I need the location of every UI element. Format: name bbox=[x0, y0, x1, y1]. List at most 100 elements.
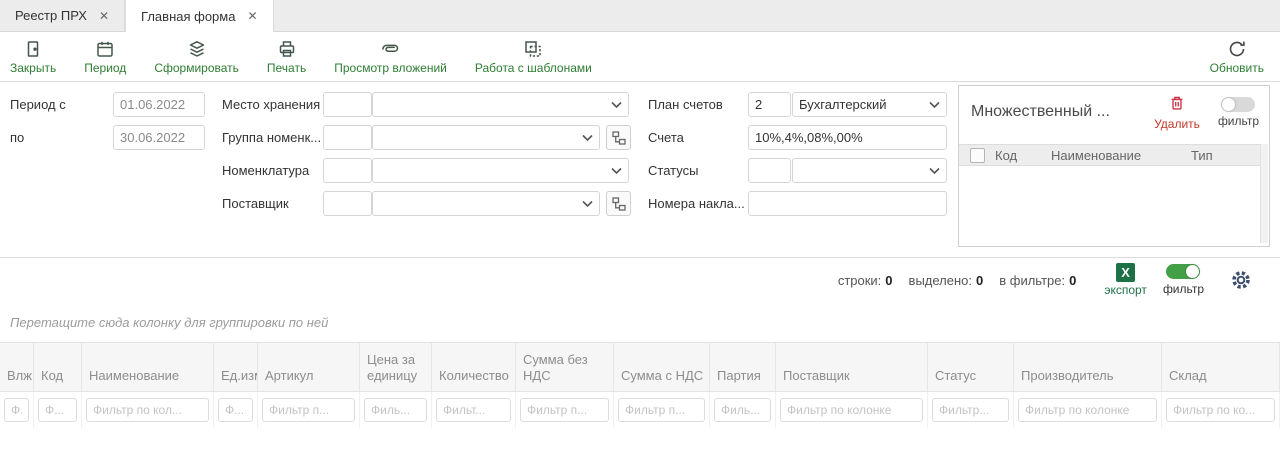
accounts-input[interactable] bbox=[748, 125, 947, 150]
supplier-select[interactable] bbox=[372, 191, 600, 216]
period-to-label: по bbox=[10, 130, 24, 145]
period-to-input[interactable] bbox=[113, 125, 205, 150]
chart-of-accounts-code-input[interactable] bbox=[748, 92, 791, 117]
filter-cell bbox=[710, 392, 776, 428]
nomenclature-group-tree-button[interactable] bbox=[606, 125, 631, 150]
hierarchy-icon bbox=[611, 130, 627, 146]
column-filter-input[interactable] bbox=[1018, 398, 1157, 422]
column-filter-input[interactable] bbox=[262, 398, 355, 422]
multiple-filter-panel: Множественный ... Удалить фильтр Код bbox=[958, 85, 1270, 247]
column-filter-input[interactable] bbox=[714, 398, 771, 422]
tab-close-icon[interactable]: ✕ bbox=[247, 9, 257, 23]
trash-icon bbox=[1168, 94, 1186, 115]
column-header-name[interactable]: Наименование bbox=[1051, 148, 1191, 163]
templates-button[interactable]: Работа с шаблонами bbox=[475, 39, 592, 75]
invoice-numbers-input[interactable] bbox=[748, 191, 947, 216]
column-filter-input[interactable] bbox=[932, 398, 1009, 422]
select-all-checkbox[interactable] bbox=[970, 148, 985, 163]
column-filter-input[interactable] bbox=[4, 398, 29, 422]
column-header[interactable]: Производитель bbox=[1014, 343, 1162, 391]
column-header[interactable]: Сумма с НДС bbox=[614, 343, 710, 391]
in-filter-count-stat: в фильтре:0 bbox=[999, 273, 1076, 288]
column-filter-input[interactable] bbox=[1166, 398, 1275, 422]
column-header[interactable]: Наименование bbox=[82, 343, 214, 391]
statuses-select[interactable] bbox=[792, 158, 947, 183]
tab-label: Реестр ПРХ bbox=[15, 8, 87, 23]
supplier-code-input[interactable] bbox=[323, 191, 372, 216]
column-filter-input[interactable] bbox=[436, 398, 511, 422]
nomenclature-select[interactable] bbox=[372, 158, 629, 183]
column-header[interactable]: Сумма без НДС bbox=[516, 343, 614, 391]
nomenclature-group-select[interactable] bbox=[372, 125, 600, 150]
refresh-button[interactable]: Обновить bbox=[1210, 39, 1264, 75]
printer-icon bbox=[277, 39, 297, 59]
statuses-label: Статусы bbox=[648, 163, 698, 178]
nomenclature-group-code-input[interactable] bbox=[323, 125, 372, 150]
column-filter-input[interactable] bbox=[520, 398, 609, 422]
export-excel-button[interactable]: X экспорт bbox=[1104, 263, 1147, 297]
grid-toolbar: строки:0 выделено:0 в фильтре:0 X экспор… bbox=[0, 258, 1280, 302]
column-header[interactable]: Поставщик bbox=[776, 343, 928, 391]
column-header[interactable]: Цена за единицу bbox=[360, 343, 432, 391]
period-button[interactable]: Период bbox=[84, 39, 126, 75]
filter-cell bbox=[1162, 392, 1280, 428]
toggle-knob bbox=[1222, 98, 1235, 111]
grid-header-row: Влж Код Наименование Ед.изм. Артикул Цен… bbox=[0, 342, 1280, 392]
filter-toggle-off[interactable] bbox=[1221, 97, 1255, 112]
column-filter-input[interactable] bbox=[364, 398, 427, 422]
layers-icon bbox=[187, 39, 207, 59]
column-header[interactable]: Код bbox=[34, 343, 82, 391]
period-from-label: Период с bbox=[10, 97, 66, 112]
storage-select[interactable] bbox=[372, 92, 629, 117]
hierarchy-icon bbox=[611, 196, 627, 212]
view-attachments-button[interactable]: Просмотр вложений bbox=[334, 39, 447, 75]
filter-toggle-on[interactable] bbox=[1166, 264, 1200, 279]
period-from-input[interactable] bbox=[113, 92, 205, 117]
panel-scrollbar[interactable] bbox=[1260, 144, 1268, 243]
statuses-code-input[interactable] bbox=[748, 158, 791, 183]
toggle-knob bbox=[1186, 265, 1199, 278]
column-header[interactable]: Ед.изм. bbox=[214, 343, 258, 391]
column-filter-input[interactable] bbox=[218, 398, 253, 422]
tab-reestr-prh[interactable]: Реестр ПРХ ✕ bbox=[0, 0, 125, 31]
grid-filter-row bbox=[0, 392, 1280, 428]
tab-close-icon[interactable]: ✕ bbox=[99, 9, 109, 23]
column-header[interactable]: Партия bbox=[710, 343, 776, 391]
filter-cell bbox=[432, 392, 516, 428]
column-header-code[interactable]: Код bbox=[995, 148, 1051, 163]
supplier-tree-button[interactable] bbox=[606, 191, 631, 216]
storage-code-input[interactable] bbox=[323, 92, 372, 117]
calendar-icon bbox=[95, 39, 115, 59]
print-button[interactable]: Печать bbox=[267, 39, 306, 75]
column-header[interactable]: Склад bbox=[1162, 343, 1280, 391]
grid-filter-toggle-block[interactable]: фильтр bbox=[1163, 264, 1204, 296]
panel-filter-toggle-block[interactable]: фильтр bbox=[1218, 97, 1259, 128]
nomenclature-code-input[interactable] bbox=[323, 158, 372, 183]
toolbar-label: Период bbox=[84, 61, 126, 75]
column-filter-input[interactable] bbox=[86, 398, 209, 422]
rows-count-value: 0 bbox=[885, 273, 892, 288]
delete-button[interactable]: Удалить bbox=[1154, 94, 1200, 131]
selected-value: Бухгалтерский bbox=[799, 97, 887, 112]
chevron-down-icon bbox=[929, 97, 940, 112]
settings-gear-icon[interactable] bbox=[1230, 269, 1252, 291]
column-filter-input[interactable] bbox=[618, 398, 705, 422]
chevron-down-icon bbox=[582, 130, 593, 145]
column-header[interactable]: Артикул bbox=[258, 343, 360, 391]
grouping-drop-zone[interactable]: Перетащите сюда колонку для группировки … bbox=[0, 302, 1280, 342]
close-button[interactable]: Закрыть bbox=[10, 39, 56, 75]
column-header[interactable]: Количество bbox=[432, 343, 516, 391]
filter-toggle-label: фильтр bbox=[1163, 282, 1204, 296]
generate-button[interactable]: Сформировать bbox=[154, 39, 239, 75]
column-header[interactable]: Влж bbox=[0, 343, 34, 391]
panel-title: Множественный ... bbox=[971, 103, 1136, 121]
column-header[interactable]: Статус bbox=[928, 343, 1014, 391]
filter-cell bbox=[928, 392, 1014, 428]
column-filter-input[interactable] bbox=[38, 398, 77, 422]
column-filter-input[interactable] bbox=[780, 398, 923, 422]
chart-of-accounts-select[interactable]: Бухгалтерский bbox=[792, 92, 947, 117]
export-label: экспорт bbox=[1104, 283, 1147, 297]
tab-glavnaya-forma[interactable]: Главная форма ✕ bbox=[125, 0, 273, 32]
column-header-type[interactable]: Тип bbox=[1191, 148, 1213, 163]
selected-count-value: 0 bbox=[976, 273, 983, 288]
